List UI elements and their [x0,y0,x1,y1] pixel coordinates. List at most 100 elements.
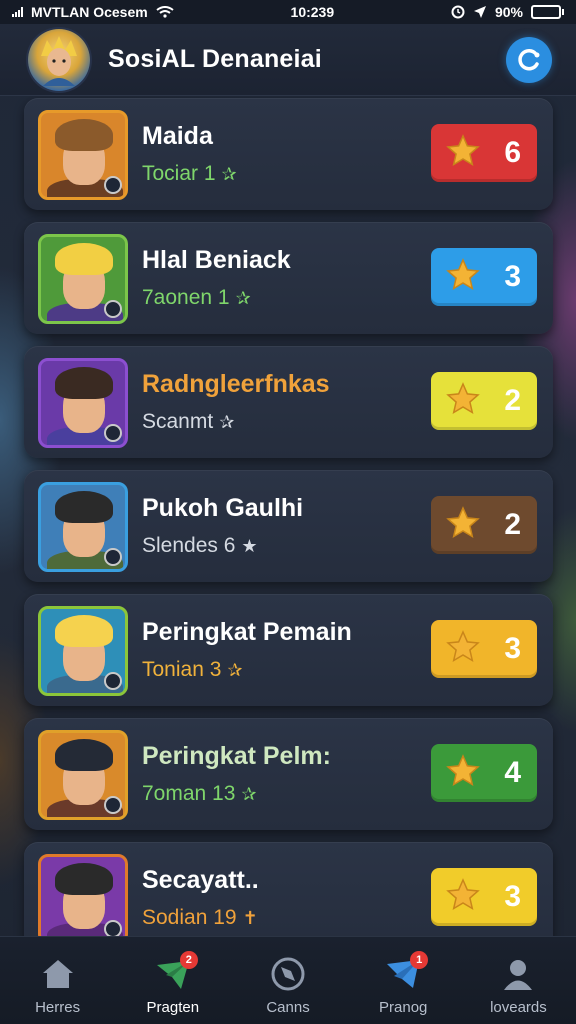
rank-badge: 2 [431,372,537,430]
rank-number: 4 [504,756,521,789]
nav-item-loveards[interactable]: loveards [461,937,576,1024]
home-icon [39,955,77,993]
mail-icon: 1 [384,951,429,993]
notification-badge: 2 [179,951,198,969]
level-badge-icon [104,796,122,814]
player-avatar [38,234,128,324]
rank-badge: 3 [431,620,537,678]
player-subtitle: Sodian 19 ✝ [142,906,258,930]
sub-star-icon: ✰ [221,164,237,184]
clock-text: 10:239 [290,4,335,20]
refresh-button[interactable] [506,36,552,83]
player-name: Pukoh Gaulhi [142,494,304,522]
leaderboard-row[interactable]: Secayatt.. Sodian 19 ✝ 3 [24,842,553,936]
star-icon [445,877,481,918]
star-icon [445,629,481,670]
leaderboard-row[interactable]: Peringkat Pemain Tonian 3 ✰ 3 [24,594,553,706]
refresh-icon [518,48,540,70]
player-subtitle-text: Slendes 6 [142,534,236,557]
player-name: Radngleerfnkas [142,370,330,398]
notification-badge: 1 [410,951,429,969]
player-subtitle: Tociar 1 ✰ [142,162,237,186]
rank-number: 2 [504,508,521,541]
nav-item-pragten[interactable]: 2 Pragten [115,937,230,1024]
rank-badge: 2 [431,496,537,554]
player-avatar [38,606,128,696]
star-icon [445,133,481,174]
nav-label: Pranog [379,999,428,1016]
sub-star-icon: ✰ [241,784,257,804]
leaderboard-row[interactable]: Maida Tociar 1 ✰ 6 [24,98,553,210]
player-subtitle: Tonian 3 ✰ [142,658,243,682]
player-subtitle-text: Sodian 19 [142,906,237,929]
nav-label: loveards [490,999,547,1016]
hero-portrait-icon [41,35,77,86]
sub-star-icon: ★ [241,536,258,556]
nav-item-pranog[interactable]: 1 Pranog [346,937,461,1024]
battery-icon [530,5,564,19]
player-subtitle-text: Scanmt [142,410,214,433]
level-badge-icon [104,424,122,442]
level-badge-icon [104,672,122,690]
nav-item-herres[interactable]: Herres [0,937,115,1024]
player-subtitle-text: 7oman 13 [142,782,236,805]
app-title: SosiAL Denaneiai [108,45,322,73]
nav-label: Canns [266,999,310,1016]
user-icon [499,955,537,993]
leaderboard-row[interactable]: Peringkat Pelm: 7oman 13 ✰ 4 [24,718,553,830]
player-name: Peringkat Pemain [142,618,352,646]
bottom-navigation: Herres 2 Pragten Canns 1 Pranog loveards [0,936,576,1024]
nav-label: Herres [35,999,81,1016]
level-badge-icon [104,300,122,318]
signal-icon [12,7,23,17]
player-avatar [38,854,128,936]
app-header: SosiAL Denaneiai [0,24,576,96]
level-badge-icon [104,176,122,194]
player-name: Peringkat Pelm: [142,742,331,770]
sub-star-icon: ✰ [219,412,235,432]
player-subtitle: Scanmt ✰ [142,410,234,434]
sub-star-icon: ✰ [227,660,243,680]
sub-star-icon: ✰ [235,288,251,308]
leaderboard-row[interactable]: Pukoh Gaulhi Slendes 6 ★ 2 [24,470,553,582]
rank-badge: 3 [431,248,537,306]
status-bar: MVTLAN Ocesem 10:239 90% [0,0,576,24]
level-badge-icon [104,548,122,566]
star-icon [445,257,481,298]
player-name: Hlal Beniack [142,246,291,274]
star-icon [445,381,481,422]
star-icon [445,753,481,794]
rank-badge: 3 [431,868,537,926]
rank-number: 3 [504,260,521,293]
rank-badge: 6 [431,124,537,182]
location-arrow-icon [473,6,486,18]
alarm-icon [451,5,465,19]
rank-number: 6 [504,136,521,169]
leaderboard-list[interactable]: Maida Tociar 1 ✰ 6 Hlal Beniack 7aonen 1 ✰… [0,96,576,936]
player-avatar [38,110,128,200]
profile-avatar[interactable] [28,28,90,91]
nav-item-canns[interactable]: Canns [230,937,345,1024]
wifi-icon [156,6,174,18]
sub-star-icon: ✝ [242,908,258,928]
player-subtitle-text: Tociar 1 [142,162,216,185]
player-subtitle-text: 7aonen 1 [142,286,230,309]
player-subtitle-text: Tonian 3 [142,658,222,681]
player-subtitle: Slendes 6 ★ [142,534,258,558]
leaderboard-row[interactable]: Hlal Beniack 7aonen 1 ✰ 3 [24,222,553,334]
nav-label: Pragten [146,999,200,1016]
rank-badge: 4 [431,744,537,802]
compass-icon [269,955,307,993]
carrier-text: MVTLAN Ocesem [31,4,148,20]
player-avatar [38,482,128,572]
player-subtitle: 7aonen 1 ✰ [142,286,251,310]
star-icon [445,505,481,546]
player-avatar [38,358,128,448]
player-avatar [38,730,128,820]
rank-number: 2 [504,384,521,417]
paper-plane-icon: 2 [154,951,198,993]
level-badge-icon [104,920,122,936]
player-name: Maida [142,122,213,150]
leaderboard-row[interactable]: Radngleerfnkas Scanmt ✰ 2 [24,346,553,458]
rank-number: 3 [504,632,521,665]
